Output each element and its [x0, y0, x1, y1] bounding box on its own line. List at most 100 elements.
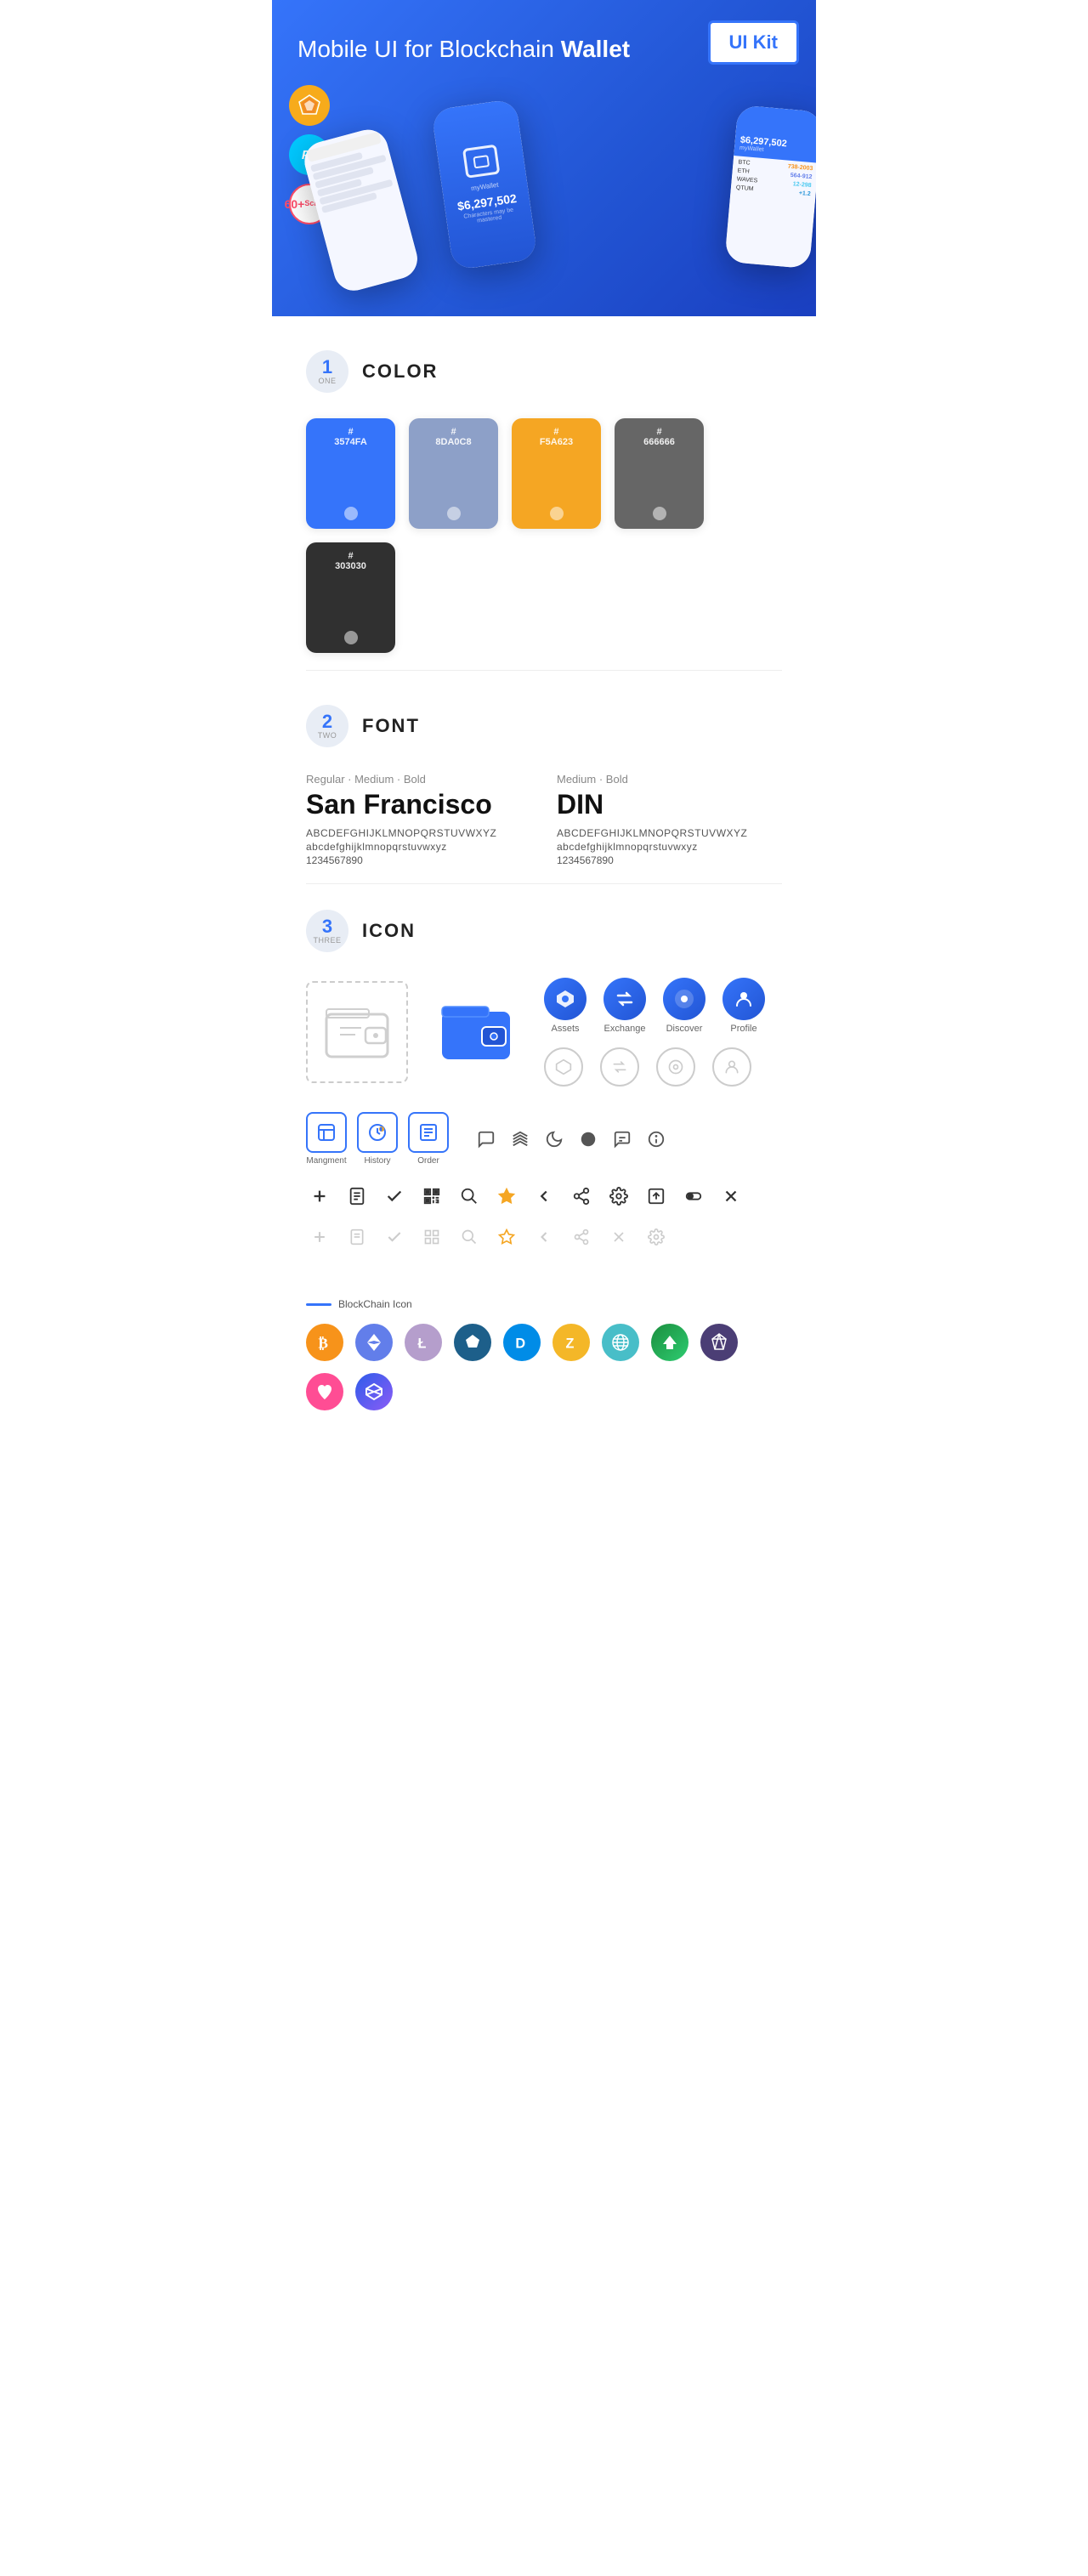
wallet-icon-filled — [425, 981, 527, 1083]
grid-icon-faded — [418, 1223, 445, 1251]
svg-text:Z: Z — [566, 1336, 575, 1352]
ethereum-icon — [355, 1324, 393, 1361]
phone-mockup-center: myWallet $6,297,502 Characters may be ma… — [431, 99, 537, 270]
font-din-label: Medium · Bold — [557, 773, 782, 786]
colored-icons-col: Assets Exchange — [544, 978, 765, 1087]
svg-text:D: D — [515, 1336, 525, 1352]
info-icon — [643, 1126, 670, 1153]
swatch-blue: #3574FA — [306, 418, 395, 529]
colored-icons-row-active: Assets Exchange — [544, 978, 765, 1034]
love-icon — [306, 1373, 343, 1410]
font-grid: Regular · Medium · Bold San Francisco AB… — [306, 773, 782, 866]
font-sf-lowercase: abcdefghijklmnopqrstuvwxyz — [306, 841, 531, 853]
document-icon-faded — [343, 1223, 371, 1251]
blockchain-label: BlockChain Icon — [306, 1298, 782, 1310]
font-din-name: DIN — [557, 789, 782, 820]
color-section: 1 ONE COLOR #3574FA #8DA0C8 #F5A623 #666… — [272, 316, 816, 670]
icon-exchange-outline — [600, 1047, 639, 1087]
phone-mockup-right: $6,297,502 myWallet BTC 738-2003 ETH 564… — [724, 105, 816, 270]
font-sf-uppercase: ABCDEFGHIJKLMNOPQRSTUVWXYZ — [306, 827, 531, 839]
icon-section: 3 THREE ICON — [272, 884, 816, 1281]
switch-icon — [680, 1183, 707, 1210]
color-section-title: COLOR — [362, 360, 438, 383]
tab-icons-row: Mangment ! History — [306, 1112, 782, 1166]
font-section-header: 2 TWO FONT — [306, 705, 782, 747]
font-sf-label: Regular · Medium · Bold — [306, 773, 531, 786]
font-section-title: FONT — [362, 715, 420, 737]
check-icon-faded — [381, 1223, 408, 1251]
colored-icons-row-outline — [544, 1047, 765, 1087]
chevron-left-icon — [530, 1183, 558, 1210]
bitcoin-icon: ₿ — [306, 1324, 343, 1361]
wallet-icon-wireframe — [306, 981, 408, 1083]
swatch-darkgray: #666666 — [615, 418, 704, 529]
moon-icon — [541, 1126, 568, 1153]
polygon-icon — [355, 1373, 393, 1410]
close-icon-faded — [605, 1223, 632, 1251]
icon-assets-outline — [544, 1047, 583, 1087]
font-din-lowercase: abcdefghijklmnopqrstuvwxyz — [557, 841, 782, 853]
share-icon — [568, 1183, 595, 1210]
font-din: Medium · Bold DIN ABCDEFGHIJKLMNOPQRSTUV… — [557, 773, 782, 866]
litecoin-icon: Ł — [405, 1324, 442, 1361]
font-sf: Regular · Medium · Bold San Francisco AB… — [306, 773, 531, 866]
zcash-icon: Z — [552, 1324, 590, 1361]
close-icon — [717, 1183, 745, 1210]
search-icon-faded — [456, 1223, 483, 1251]
icon-discover-outline — [656, 1047, 695, 1087]
settings-icon — [605, 1183, 632, 1210]
dash-icon: D — [503, 1324, 541, 1361]
icon-assets: Assets — [544, 978, 586, 1034]
section-number-1: 1 ONE — [306, 350, 348, 393]
svg-text:!: ! — [381, 1127, 382, 1132]
utility-icons-faded — [306, 1223, 782, 1251]
swatch-black: #303030 — [306, 542, 395, 653]
icon-large-row: Assets Exchange — [306, 978, 782, 1087]
circle-icon — [575, 1126, 602, 1153]
plus-icon-faded — [306, 1223, 333, 1251]
wing-icon — [454, 1324, 491, 1361]
utility-icons-active — [306, 1183, 782, 1210]
document-icon — [343, 1183, 371, 1210]
check-icon — [381, 1183, 408, 1210]
svg-text:₿: ₿ — [318, 1336, 328, 1352]
chat-icon — [473, 1126, 500, 1153]
stack-icon — [507, 1126, 534, 1153]
section-number-3: 3 THREE — [306, 910, 348, 952]
upload-icon — [643, 1183, 670, 1210]
lattice-icon — [602, 1324, 639, 1361]
gem-icon — [700, 1324, 738, 1361]
font-din-uppercase: ABCDEFGHIJKLMNOPQRSTUVWXYZ — [557, 827, 782, 839]
blockchain-line — [306, 1303, 332, 1306]
icon-profile-outline — [712, 1047, 751, 1087]
color-swatches: #3574FA #8DA0C8 #F5A623 #666666 #303030 — [306, 418, 782, 653]
hero-phones: myWallet $6,297,502 Characters may be ma… — [298, 78, 790, 265]
plus-icon — [306, 1183, 333, 1210]
icon-discover: Discover — [663, 978, 706, 1034]
font-din-numbers: 1234567890 — [557, 854, 782, 866]
swatch-gray: #8DA0C8 — [409, 418, 498, 529]
section-number-2: 2 TWO — [306, 705, 348, 747]
svg-text:Ł: Ł — [418, 1336, 427, 1352]
arrowup-icon — [651, 1324, 688, 1361]
settings-icon-faded — [643, 1223, 670, 1251]
share-icon-faded — [568, 1223, 595, 1251]
color-section-header: 1 ONE COLOR — [306, 350, 782, 393]
font-sf-numbers: 1234567890 — [306, 854, 531, 866]
phone-mockup-left — [300, 126, 422, 296]
small-icons-row — [473, 1126, 670, 1153]
icon-section-header: 3 THREE ICON — [306, 910, 782, 952]
font-section: 2 TWO FONT Regular · Medium · Bold San F… — [272, 671, 816, 883]
star-icon-faded — [493, 1223, 520, 1251]
hero-section: Mobile UI for Blockchain Wallet UI Kit P… — [272, 0, 816, 316]
blockchain-label-text: BlockChain Icon — [338, 1298, 412, 1310]
icon-section-title: ICON — [362, 920, 416, 942]
tab-order: Order — [408, 1112, 449, 1166]
blockchain-section: BlockChain Icon ₿ Ł D Z — [272, 1281, 816, 1444]
crypto-icons-row: ₿ Ł D Z — [306, 1324, 782, 1410]
icon-exchange: Exchange — [604, 978, 646, 1034]
tab-history: ! History — [357, 1112, 398, 1166]
icon-profile: Profile — [722, 978, 765, 1034]
font-sf-name: San Francisco — [306, 789, 531, 820]
chevron-left-icon-faded — [530, 1223, 558, 1251]
